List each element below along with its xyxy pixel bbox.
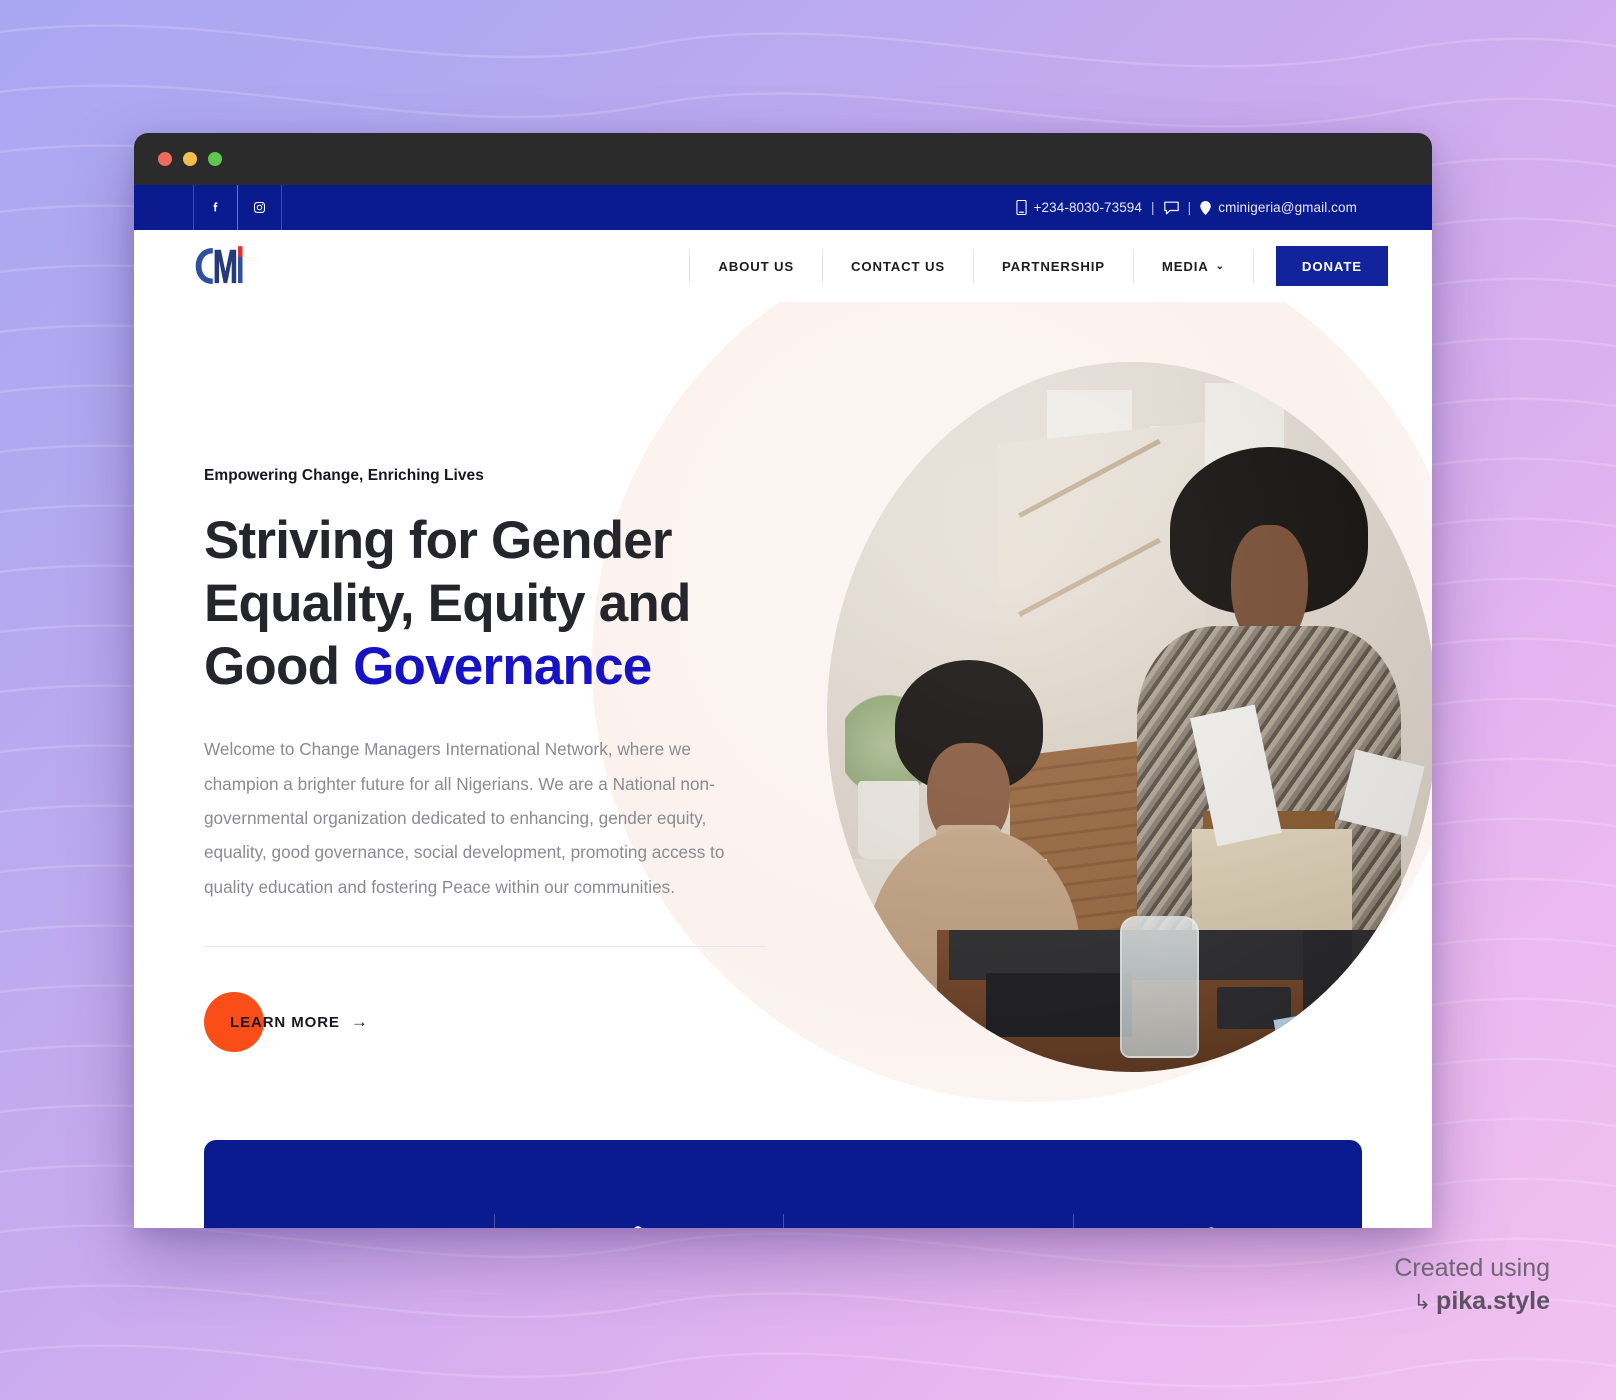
stat-item-members[interactable] xyxy=(1072,1214,1363,1228)
hero-copy: Empowering Change, Enriching Lives Striv… xyxy=(204,467,804,1053)
people-group-icon xyxy=(634,1226,642,1228)
nav-links: ABOUT US CONTACT US PARTNERSHIP MEDIA ⌄ … xyxy=(689,230,1388,302)
nav-label-contact-us: CONTACT US xyxy=(851,258,945,274)
nav-label-partnership: PARTNERSHIP xyxy=(1002,258,1105,274)
contact-info: +234-8030-73594 | | cminigeria@gmail.com xyxy=(1015,185,1357,230)
instagram-icon xyxy=(254,202,265,213)
donate-button[interactable]: DONATE xyxy=(1275,246,1388,286)
phone-number[interactable]: +234-8030-73594 xyxy=(1034,200,1142,215)
stats-bar xyxy=(204,1140,1362,1228)
site-logo[interactable] xyxy=(193,241,247,291)
facebook-icon xyxy=(213,202,218,212)
location-pin-icon xyxy=(1200,200,1211,215)
stat-item-projects[interactable] xyxy=(204,1222,494,1228)
learn-more-button[interactable]: LEARN MORE → xyxy=(204,992,368,1053)
watermark-brand: pika.style xyxy=(1436,1286,1550,1315)
arrow-right-icon: → xyxy=(350,1012,368,1032)
stat-item-community[interactable] xyxy=(493,1214,784,1228)
hero-section: Empowering Change, Enriching Lives Striv… xyxy=(134,302,1432,1228)
separator-2: | xyxy=(1187,200,1192,215)
hero-photo xyxy=(827,362,1432,1072)
watermark-line-1: Created using xyxy=(1394,1254,1550,1282)
window-titlebar xyxy=(134,133,1432,185)
social-links xyxy=(193,185,282,230)
nav-item-contact-us[interactable]: CONTACT US xyxy=(823,249,974,283)
page-title: Striving for Gender Equality, Equity and… xyxy=(204,509,804,698)
chevron-down-icon: ⌄ xyxy=(1215,260,1225,272)
hero-eyebrow: Empowering Change, Enriching Lives xyxy=(204,467,484,484)
cmi-logo-icon xyxy=(195,246,243,284)
pika-watermark: Created using ↳ pika.style xyxy=(1394,1253,1550,1316)
hero-photo-illustration xyxy=(827,362,1432,1072)
mobile-phone-icon xyxy=(1015,200,1027,215)
utility-topbar: +234-8030-73594 | | cminigeria@gmail.com xyxy=(134,185,1432,230)
nav-item-about-us[interactable]: ABOUT US xyxy=(689,249,824,283)
window-maximize-button[interactable] xyxy=(208,152,222,166)
separator-1: | xyxy=(1151,200,1155,215)
headline-accent: Governance xyxy=(353,637,652,697)
window-minimize-button[interactable] xyxy=(183,152,197,166)
hero-paragraph: Welcome to Change Managers International… xyxy=(204,739,725,897)
watermark-line-2: ↳ pika.style xyxy=(1394,1286,1550,1317)
hero-divider xyxy=(204,946,766,948)
page-viewport: +234-8030-73594 | | cminigeria@gmail.com xyxy=(134,185,1432,1228)
open-book-icon xyxy=(909,1222,947,1228)
facebook-link[interactable] xyxy=(193,185,238,230)
instagram-link[interactable] xyxy=(237,185,282,230)
users-pair-icon xyxy=(1209,1227,1215,1228)
window-close-button[interactable] xyxy=(158,152,172,166)
briefcase-icon xyxy=(330,1222,368,1228)
nav-label-about-us: ABOUT US xyxy=(718,258,795,274)
main-navbar: ABOUT US CONTACT US PARTNERSHIP MEDIA ⌄ … xyxy=(134,230,1432,302)
email-address[interactable]: cminigeria@gmail.com xyxy=(1218,200,1357,215)
watermark-arrow-icon: ↳ xyxy=(1413,1290,1432,1314)
browser-window: +234-8030-73594 | | cminigeria@gmail.com xyxy=(134,133,1432,1228)
nav-label-media: MEDIA xyxy=(1161,258,1209,274)
stat-item-education[interactable] xyxy=(783,1214,1073,1228)
wallpaper-backdrop: +234-8030-73594 | | cminigeria@gmail.com xyxy=(0,0,1616,1400)
nav-item-media[interactable]: MEDIA ⌄ xyxy=(1134,249,1254,283)
learn-more-label: LEARN MORE xyxy=(230,1013,340,1031)
nav-item-partnership[interactable]: PARTNERSHIP xyxy=(974,249,1134,283)
chat-bubble-icon[interactable] xyxy=(1163,201,1179,215)
